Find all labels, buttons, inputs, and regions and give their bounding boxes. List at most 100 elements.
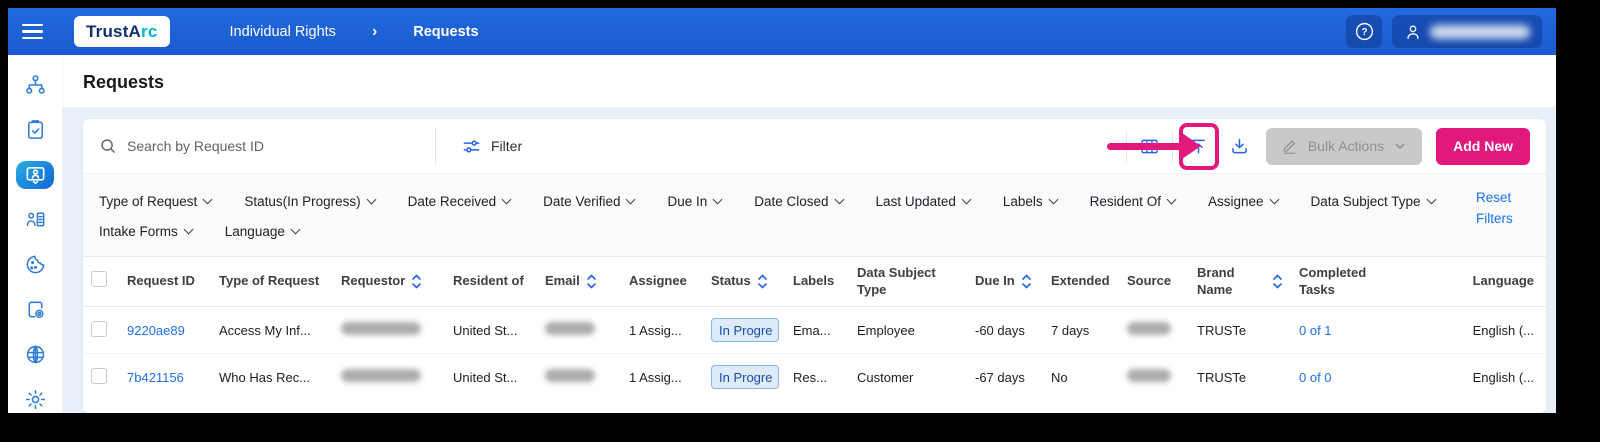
add-new-button[interactable]: Add New (1436, 127, 1530, 165)
search-input[interactable] (127, 138, 407, 154)
chevron-down-icon (1048, 194, 1059, 204)
chevron-down-icon (501, 194, 512, 204)
filter-status[interactable]: Status(In Progress) (244, 194, 377, 209)
sort-icon[interactable] (1021, 273, 1032, 290)
sidebar-item-cookie-consent[interactable] (16, 251, 54, 279)
pencil-icon (1283, 140, 1296, 154)
sidebar-item-ai-governance[interactable] (16, 340, 54, 368)
column-header-completed-tasks: Completed Tasks (1291, 256, 1403, 307)
sidebar-item-individual-rights[interactable] (16, 160, 54, 189)
gear-icon (25, 389, 45, 409)
sort-icon[interactable] (757, 273, 768, 290)
chevron-right-icon: › (371, 22, 378, 40)
filter-assignee[interactable]: Assignee (1208, 194, 1279, 209)
cell-data-subject-type: Customer (849, 353, 967, 401)
sidebar-item-records[interactable] (16, 295, 54, 323)
row-checkbox[interactable] (91, 320, 107, 337)
requests-table: Request ID Type of Request Requestor Res… (83, 256, 1546, 413)
filter-sliders-icon (463, 140, 480, 152)
status-badge: In Progre (711, 318, 779, 342)
chevron-down-icon (1166, 194, 1177, 204)
filter-due-in[interactable]: Due In (667, 194, 723, 209)
column-header-type-of-request: Type of Request (211, 256, 333, 307)
chevron-down-icon (290, 224, 301, 234)
columns-icon (1141, 139, 1158, 153)
page-title: Requests (83, 72, 165, 92)
sidebar-item-hierarchy[interactable] (16, 71, 54, 99)
column-header-status: Status (703, 256, 785, 307)
filter-resident-of[interactable]: Resident Of (1090, 194, 1177, 209)
request-id-link[interactable]: 7b421156 (127, 370, 184, 385)
column-header-extended: Extended (1043, 256, 1119, 307)
filter-button[interactable]: Filter (436, 137, 548, 156)
breadcrumb-section[interactable]: Individual Rights (230, 24, 336, 40)
filter-language[interactable]: Language (225, 224, 301, 239)
reset-filters-button[interactable]: Reset Filters (1476, 188, 1528, 230)
table-row: 7b421156 Who Has Rec... United St... 1 A… (83, 353, 1546, 401)
completed-tasks-link[interactable]: 0 of 1 (1299, 323, 1332, 338)
question-mark-icon: ? (1355, 22, 1373, 41)
select-all-checkbox[interactable] (91, 271, 107, 288)
hamburger-menu-icon[interactable] (22, 15, 56, 49)
filter-type-of-request[interactable]: Type of Request (99, 194, 213, 209)
status-badge: In Progre (711, 365, 779, 390)
clipboard-check-icon (27, 120, 43, 140)
cell-resident-of: United St... (453, 322, 518, 338)
content-area: Filter (63, 107, 1556, 413)
filter-date-closed[interactable]: Date Closed (754, 194, 844, 209)
chevron-down-icon (961, 194, 972, 204)
chevron-down-icon (626, 194, 636, 204)
requests-card: Filter (83, 119, 1546, 413)
chevron-down-icon (1426, 194, 1437, 204)
cell-source-redacted (1127, 322, 1171, 335)
completed-tasks-link[interactable]: 0 of 0 (1299, 370, 1332, 385)
request-id-link[interactable]: 9220ae89 (127, 323, 185, 338)
annotation-highlight-box (1178, 122, 1219, 170)
sort-icon[interactable] (1272, 273, 1283, 290)
user-profile-button[interactable] (1392, 15, 1542, 48)
sort-icon[interactable] (411, 273, 422, 290)
app-window: TrustArc Individual Rights › Requests ? (8, 8, 1556, 413)
breadcrumb-current-page: Requests (413, 23, 479, 40)
bulk-actions-button[interactable]: Bulk Actions (1265, 127, 1423, 165)
row-checkbox[interactable] (91, 367, 107, 384)
column-header-language: Language (1403, 256, 1546, 307)
column-header-labels: Labels (785, 256, 849, 307)
cell-labels: Ema... (793, 322, 831, 338)
download-icon (1232, 138, 1247, 153)
bulk-actions-label: Bulk Actions (1307, 138, 1385, 154)
column-header-source: Source (1119, 256, 1189, 307)
toolbar-divider (1125, 130, 1127, 162)
cell-email-redacted (545, 322, 595, 335)
filter-last-updated[interactable]: Last Updated (876, 194, 972, 209)
sidebar-item-settings[interactable] (16, 385, 54, 413)
filter-date-received[interactable]: Date Received (408, 194, 512, 209)
cookie-icon (26, 255, 44, 274)
upload-icon (1192, 139, 1206, 153)
download-button[interactable] (1225, 132, 1254, 161)
cell-type-of-request: Who Has Rec... (211, 353, 333, 401)
table-row: 9220ae89 Access My Inf... United St... 1… (83, 307, 1546, 354)
manage-columns-button[interactable] (1135, 132, 1164, 161)
search-box[interactable] (99, 137, 435, 155)
column-header-brand-name: Brand Name (1189, 256, 1291, 307)
cell-type-of-request: Access My Inf... (219, 322, 311, 338)
sort-icon[interactable] (586, 273, 597, 290)
top-navigation-bar: TrustA rc Individual Rights › Requests ? (8, 8, 1556, 55)
help-button[interactable]: ? (1346, 15, 1382, 48)
sidebar-item-data-inventory[interactable] (16, 206, 54, 234)
filter-labels[interactable]: Labels (1003, 194, 1059, 209)
cell-requestor-redacted (341, 369, 421, 383)
cell-extended: 7 days (1051, 322, 1090, 338)
column-header-data-subject-type: Data Subject Type (849, 256, 967, 307)
upload-button[interactable] (1184, 132, 1213, 161)
filter-date-verified[interactable]: Date Verified (543, 194, 636, 209)
chevron-down-icon (1395, 143, 1405, 150)
filter-data-subject-type[interactable]: Data Subject Type (1311, 194, 1437, 209)
sidebar-item-assessments[interactable] (16, 116, 54, 144)
filter-intake-forms[interactable]: Intake Forms (99, 224, 194, 239)
left-sidebar (8, 55, 63, 413)
brain-icon (26, 345, 44, 363)
trustarc-logo[interactable]: TrustA rc (74, 16, 170, 47)
user-name-redacted (1430, 24, 1530, 39)
